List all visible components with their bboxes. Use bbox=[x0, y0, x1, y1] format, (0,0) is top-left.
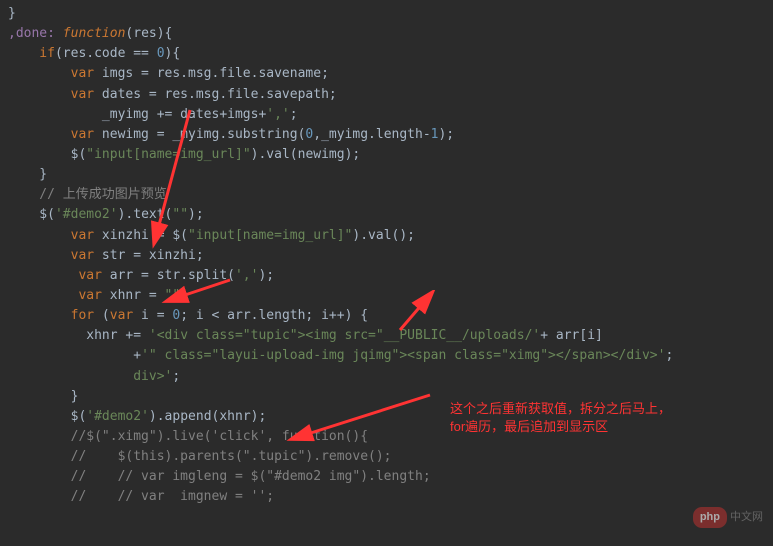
code-line: var str = xinzhi; bbox=[8, 246, 765, 266]
watermark-text: 中文网 bbox=[730, 511, 763, 523]
code-line: div>'; bbox=[8, 367, 765, 387]
code-line: // $(this).parents(".tupic").remove(); bbox=[8, 447, 765, 467]
code-line: var newimg = _myimg.substring(0,_myimg.l… bbox=[8, 125, 765, 145]
watermark: php中文网 bbox=[693, 507, 763, 528]
code-line: $("input[name=img_url]").val(newimg); bbox=[8, 145, 765, 165]
code-line: var arr = str.split(','); bbox=[8, 266, 765, 286]
code-line: var xhnr = ""; bbox=[8, 286, 765, 306]
code-line: } bbox=[8, 165, 765, 185]
code-line: if(res.code == 0){ bbox=[8, 44, 765, 64]
annotation-text: 这个之后重新获取值，拆分之后马上， for遍历，最后追加到显示区 bbox=[450, 400, 671, 436]
code-line: var imgs = res.msg.file.savename; bbox=[8, 64, 765, 84]
code-line: _myimg += dates+imgs+','; bbox=[8, 105, 765, 125]
code-line: for (var i = 0; i < arr.length; i++) { bbox=[8, 306, 765, 326]
watermark-pill: php bbox=[693, 507, 727, 528]
code-line: // // var imgnew = ''; bbox=[8, 487, 765, 507]
code-line: // 上传成功图片预览 bbox=[8, 185, 765, 205]
code-line: } bbox=[8, 4, 765, 24]
code-line: var xinzhi = $("input[name=img_url]").va… bbox=[8, 226, 765, 246]
code-line: $('#demo2').text(""); bbox=[8, 205, 765, 225]
code-line: // // var imgleng = $("#demo2 img").leng… bbox=[8, 467, 765, 487]
code-line: var dates = res.msg.file.savepath; bbox=[8, 85, 765, 105]
code-line: +'" class="layui-upload-img jqimg"><span… bbox=[8, 346, 765, 366]
code-line: ,done: function(res){ bbox=[8, 24, 765, 44]
code-line: xhnr += '<div class="tupic"><img src="__… bbox=[8, 326, 765, 346]
